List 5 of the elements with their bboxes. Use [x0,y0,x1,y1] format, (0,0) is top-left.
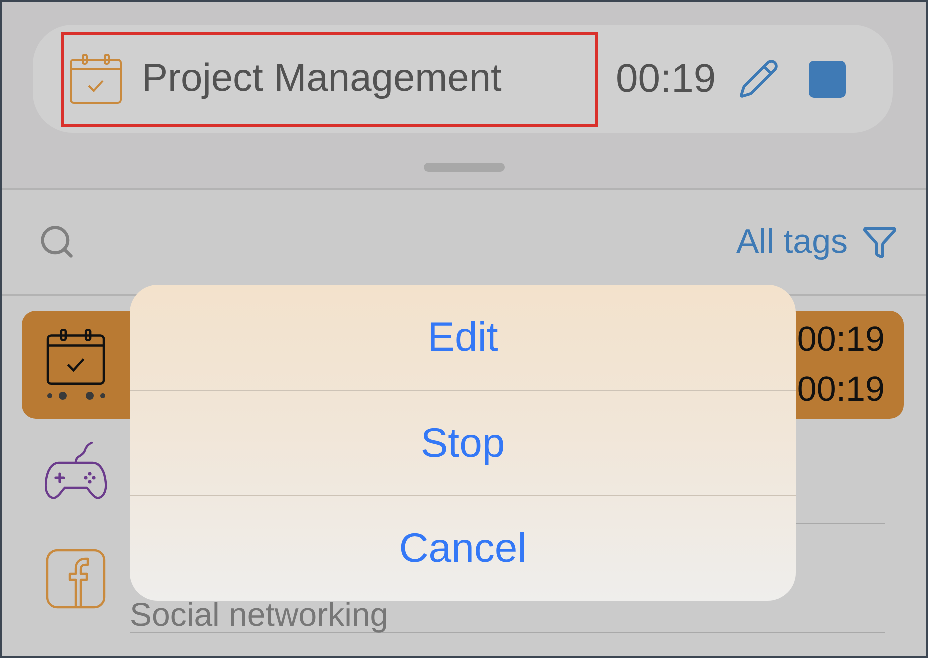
elapsed-time: 00:19 [616,56,716,102]
timer-title: Project Management [142,57,502,101]
activity-subtitle: Social networking [130,598,390,632]
activity-time: 00:19 [797,368,885,410]
activity-time: 00:19 [797,318,885,360]
